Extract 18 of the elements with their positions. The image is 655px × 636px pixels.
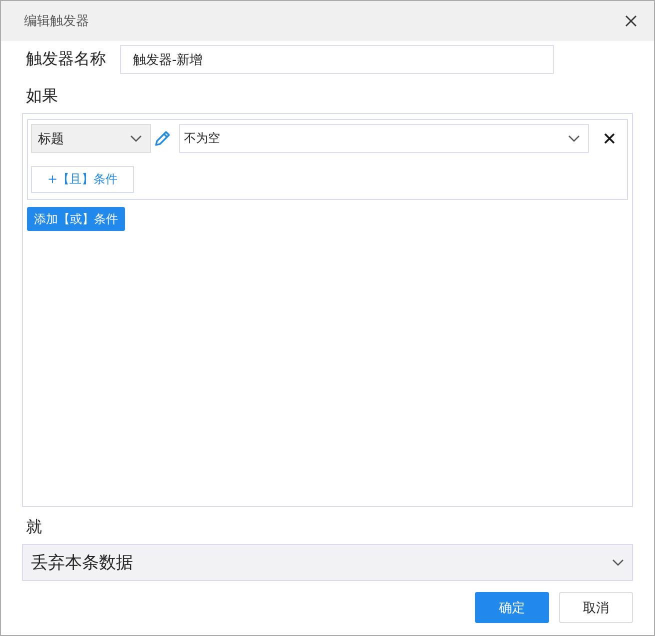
- close-icon[interactable]: [625, 15, 637, 27]
- add-and-condition-button[interactable]: +【且】条件: [31, 166, 134, 193]
- then-label: 就: [26, 517, 43, 538]
- chevron-down-icon: [568, 134, 580, 142]
- chevron-down-icon: [130, 134, 142, 142]
- operator-select[interactable]: 不为空: [179, 124, 589, 153]
- delete-icon[interactable]: [604, 133, 615, 144]
- window-title: 编辑触发器: [24, 13, 89, 30]
- name-input-field[interactable]: 触发器-新增: [120, 45, 554, 74]
- cancel-button[interactable]: 取消: [559, 592, 633, 623]
- chevron-down-icon: [612, 558, 624, 566]
- action-select[interactable]: 丢弃本条数据: [22, 544, 633, 581]
- if-label: 如果: [26, 86, 59, 107]
- add-or-condition-button[interactable]: 添加【或】条件: [27, 207, 125, 231]
- field-select[interactable]: 标题: [31, 124, 151, 153]
- name-label: 触发器名称: [25, 49, 106, 70]
- confirm-button[interactable]: 确定: [475, 592, 549, 623]
- pencil-icon[interactable]: [153, 130, 171, 148]
